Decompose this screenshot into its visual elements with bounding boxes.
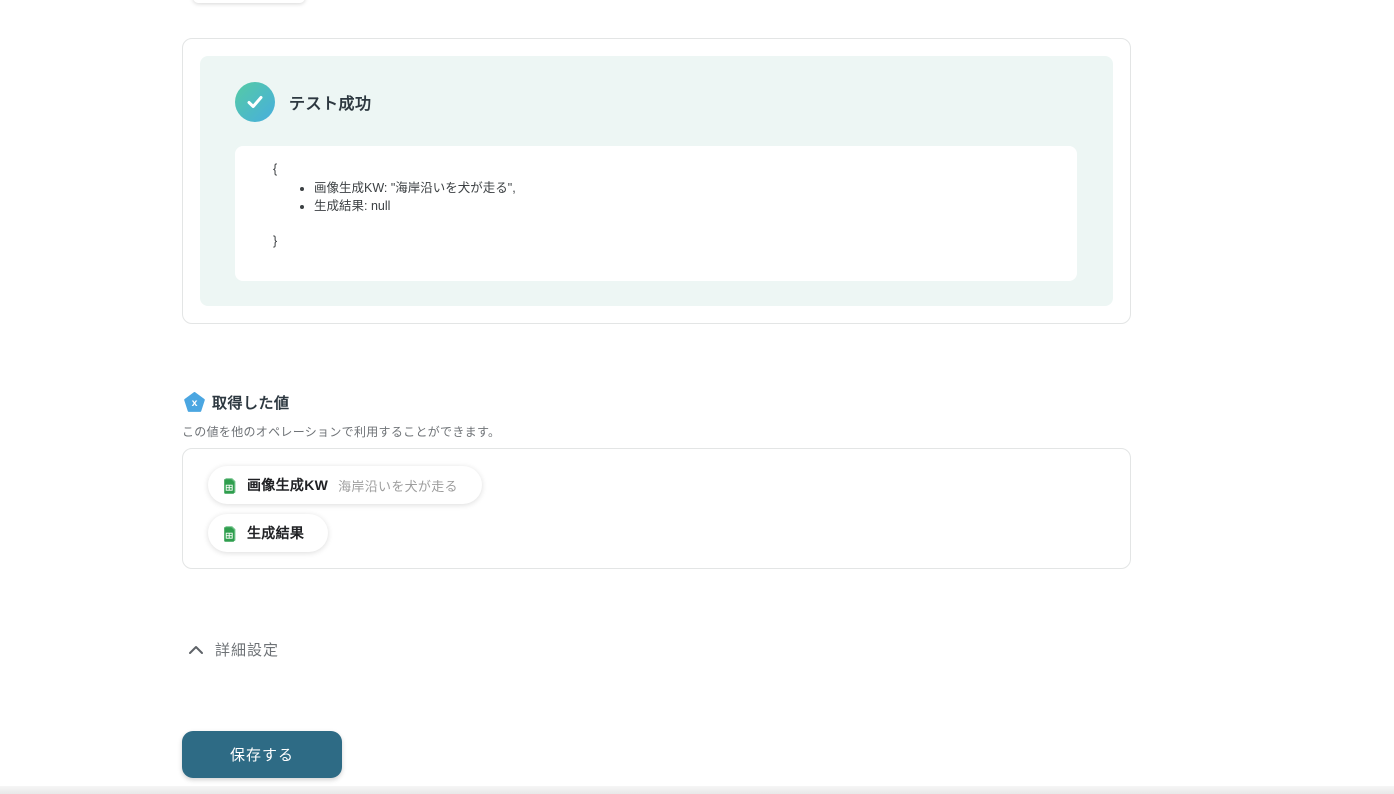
value-badge-icon: x <box>184 392 205 412</box>
cutoff-element-top <box>193 0 305 3</box>
chip-label: 生成結果 <box>247 525 305 541</box>
save-button[interactable]: 保存する <box>182 731 342 778</box>
retrieved-values-card: 画像生成KW 海岸沿いを犬が走る 生成結果 <box>182 448 1131 569</box>
value-chip-seiseikekka[interactable]: 生成結果 <box>208 514 329 552</box>
success-check-icon <box>235 82 275 122</box>
value-chip-gazouseisei-kw[interactable]: 画像生成KW 海岸沿いを犬が走る <box>208 466 482 504</box>
json-item: 画像生成KW: "海岸沿いを犬が走る", <box>314 179 1057 198</box>
chip-value: 海岸沿いを犬が走る <box>338 478 458 494</box>
badge-letter: x <box>192 397 198 409</box>
test-result-card: テスト成功 { 画像生成KW: "海岸沿いを犬が走る", 生成結果: null … <box>182 38 1131 324</box>
retrieved-values-description: この値を他のオペレーションで利用することができます。 <box>182 425 501 439</box>
chip-row: 生成結果 <box>208 514 1130 562</box>
json-brace-open: { <box>273 162 278 176</box>
chevron-up-icon <box>189 645 203 654</box>
spreadsheet-icon <box>224 525 236 542</box>
advanced-settings-toggle[interactable]: 詳細設定 <box>188 639 279 660</box>
retrieved-values-header: x 取得した値 <box>184 392 290 413</box>
chip-label: 画像生成KW <box>247 477 329 493</box>
json-item-list: 画像生成KW: "海岸沿いを犬が走る", 生成結果: null <box>273 179 1057 216</box>
test-result-title: テスト成功 <box>289 96 372 113</box>
test-result-json-output: { 画像生成KW: "海岸沿いを犬が走る", 生成結果: null } <box>235 146 1077 281</box>
test-result-header: テスト成功 <box>235 82 1077 122</box>
json-brace-close: } <box>273 233 278 248</box>
test-result-panel: テスト成功 { 画像生成KW: "海岸沿いを犬が走る", 生成結果: null … <box>200 56 1113 306</box>
spreadsheet-icon <box>224 477 236 494</box>
page-bottom-edge <box>0 786 1394 794</box>
advanced-settings-label: 詳細設定 <box>215 642 280 659</box>
json-item: 生成結果: null <box>314 197 1057 216</box>
chip-row: 画像生成KW 海岸沿いを犬が走る <box>208 466 1130 514</box>
retrieved-values-title: 取得した値 <box>212 395 290 412</box>
